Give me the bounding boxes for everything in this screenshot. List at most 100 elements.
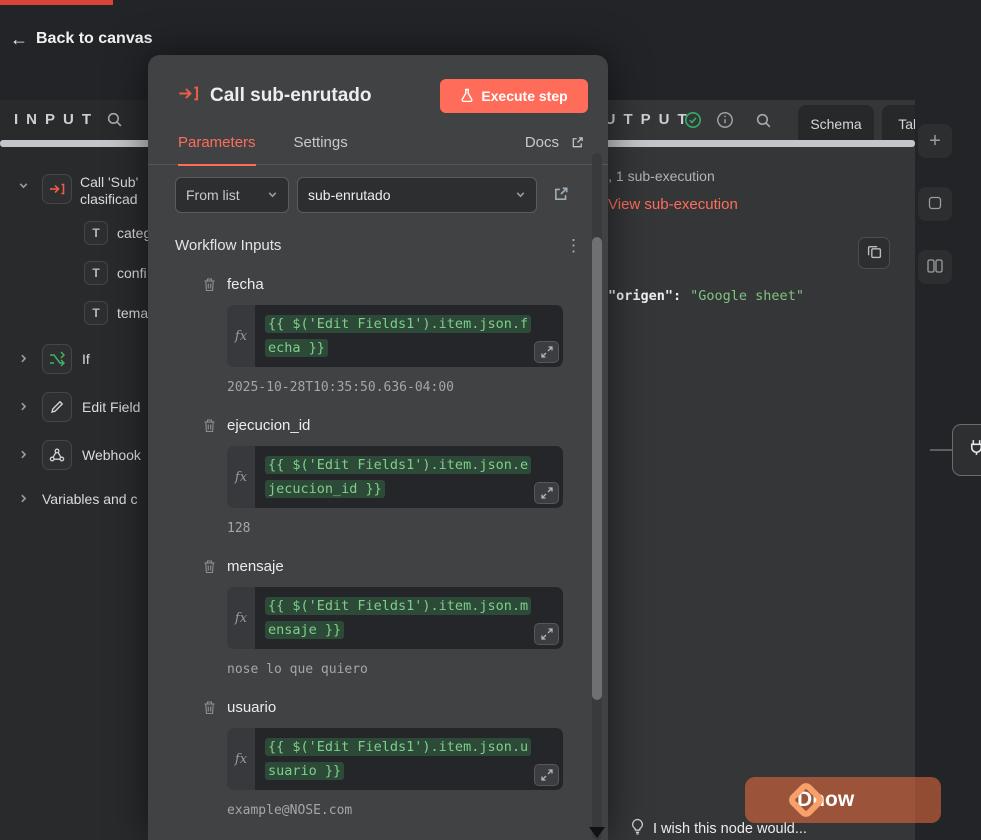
back-arrow-icon: ← [10,29,28,49]
workflow-select[interactable]: sub-enrutado [297,177,537,213]
flask-icon [460,88,474,105]
tree-item-field-tema[interactable]: T tema [84,301,148,325]
trash-icon[interactable] [203,418,216,436]
expression-input[interactable]: fx {{ $('Edit Fields1').item.json.m ensa… [227,587,563,649]
param-name: mensaje [227,558,284,575]
input-panel-title: INPUT [14,111,99,128]
lightbulb-icon [630,818,645,839]
modal-tabs: Parameters Settings Docs [148,121,608,166]
tab-table-label: Table [898,116,915,132]
expression-text: suario }} [265,762,345,780]
tab-docs[interactable]: Docs [525,121,584,165]
param-name: fecha [227,276,264,293]
trash-icon[interactable] [203,559,216,577]
text-field-icon: T [84,221,108,245]
param-fecha: fecha fx {{ $('Edit Fields1').item.json.… [148,276,608,395]
tree-item-field-categ[interactable]: T categ [84,221,151,245]
chevron-down-icon [267,187,278,203]
modal-body: From list sub-enrutado Workflow Inputs ⋮ [148,177,608,840]
square-icon [928,193,942,216]
info-icon[interactable] [716,111,734,134]
back-label: Back to canvas [36,30,153,47]
expression-code[interactable]: {{ $('Edit Fields1').item.json.u suario … [255,728,563,790]
tree-item-field-confi[interactable]: T confi [84,261,147,285]
diamond-logo-icon [781,775,831,830]
tree-item-webhook-node[interactable]: Webhook [18,440,148,470]
search-icon[interactable] [755,112,772,134]
text-field-icon: T [84,261,108,285]
expression-code[interactable]: {{ $('Edit Fields1').item.json.e jecucio… [255,446,563,508]
modal-scrollbar-thumb[interactable] [592,237,602,700]
chevron-right-icon[interactable] [18,491,30,507]
layout-columns-button[interactable] [918,250,952,284]
source-mode-value: From list [186,187,240,203]
expression-text: {{ $('Edit Fields1').item.json.u [265,738,532,756]
trash-icon[interactable] [203,700,216,718]
expression-text: {{ $('Edit Fields1').item.json.f [265,315,532,333]
param-usuario: usuario fx {{ $('Edit Fields1').item.jso… [148,699,608,818]
expand-expression-button[interactable] [534,764,559,786]
expand-expression-button[interactable] [534,482,559,504]
subworkflow-icon [178,83,199,109]
tab-parameters[interactable]: Parameters [178,121,256,166]
tab-settings[interactable]: Settings [294,121,348,165]
open-workflow-button[interactable] [553,186,569,205]
expand-expression-button[interactable] [534,341,559,363]
trash-icon[interactable] [203,277,216,295]
expression-text: jecucion_id }} [265,480,385,498]
external-link-icon [553,186,569,205]
webhook-icon [42,440,72,470]
kebab-menu-icon[interactable]: ⋮ [565,237,582,254]
expression-code[interactable]: {{ $('Edit Fields1').item.json.f echa }} [255,305,563,367]
chevron-right-icon[interactable] [18,447,30,463]
tree-item-label: tema [117,305,149,321]
docs-label: Docs [524,134,559,151]
workflow-inputs-section: Workflow Inputs ⋮ [175,237,582,254]
expression-result: nose lo que quiero [227,662,368,677]
canvas-node-partial[interactable] [952,424,981,476]
param-name: ejecucion_id [227,417,311,434]
expression-result: 2025-10-28T10:35:50.636-04:00 [227,380,454,395]
expression-text: {{ $('Edit Fields1').item.json.m [265,597,532,615]
tree-item-variables[interactable]: Variables and c [18,490,152,508]
watermark: Dhow [745,777,941,823]
workflow-select-value: sub-enrutado [308,187,391,203]
tree-item-edit-fields-node[interactable]: Edit Field [18,392,148,422]
search-icon[interactable] [106,111,123,133]
subworkflow-icon [42,174,72,204]
plug-icon [967,438,981,462]
tab-table[interactable]: Table [882,105,915,143]
param-ejecucion-id: ejecucion_id fx {{ $('Edit Fields1').ite… [148,417,608,536]
columns-icon [927,256,943,279]
execute-step-button[interactable]: Execute step [440,79,588,113]
tab-schema[interactable]: Schema [798,105,874,143]
top-red-sliver [0,0,113,5]
chevron-right-icon[interactable] [18,399,30,415]
tree-item-label: confi [117,265,147,281]
fit-view-button[interactable] [918,187,952,221]
output-json-line: "origen": "Google sheet" [608,288,804,304]
tree-item-subworkflow-node[interactable]: Call 'Sub' clasificad [18,174,146,210]
expression-text: ensaje }} [265,621,345,639]
expand-expression-button[interactable] [534,623,559,645]
external-link-icon [571,136,584,149]
plus-icon: + [929,129,941,152]
tree-item-label: Variables and c [42,491,138,507]
chevron-right-icon[interactable] [18,351,30,367]
modal-scrollbar-track[interactable] [592,153,602,840]
expression-code[interactable]: {{ $('Edit Fields1').item.json.m ensaje … [255,587,563,649]
node-connector [930,449,952,451]
tree-item-if-node[interactable]: If [18,344,90,374]
copy-output-button[interactable] [858,237,890,269]
expression-input[interactable]: fx {{ $('Edit Fields1').item.json.f echa… [227,305,563,367]
view-sub-execution-link[interactable]: View sub-execution [608,196,738,213]
expression-input[interactable]: fx {{ $('Edit Fields1').item.json.u suar… [227,728,563,790]
chevron-down-icon[interactable] [18,178,30,194]
zoom-add-button[interactable]: + [918,124,952,158]
scroll-down-arrow-icon[interactable] [589,827,605,838]
expression-input[interactable]: fx {{ $('Edit Fields1').item.json.e jecu… [227,446,563,508]
app-root: ← Back to canvas INPUT Call 'Sub' clasif… [0,0,981,840]
tree-item-label: If [82,351,90,367]
back-to-canvas-button[interactable]: ← Back to canvas [10,30,153,48]
source-mode-select[interactable]: From list [175,177,289,213]
